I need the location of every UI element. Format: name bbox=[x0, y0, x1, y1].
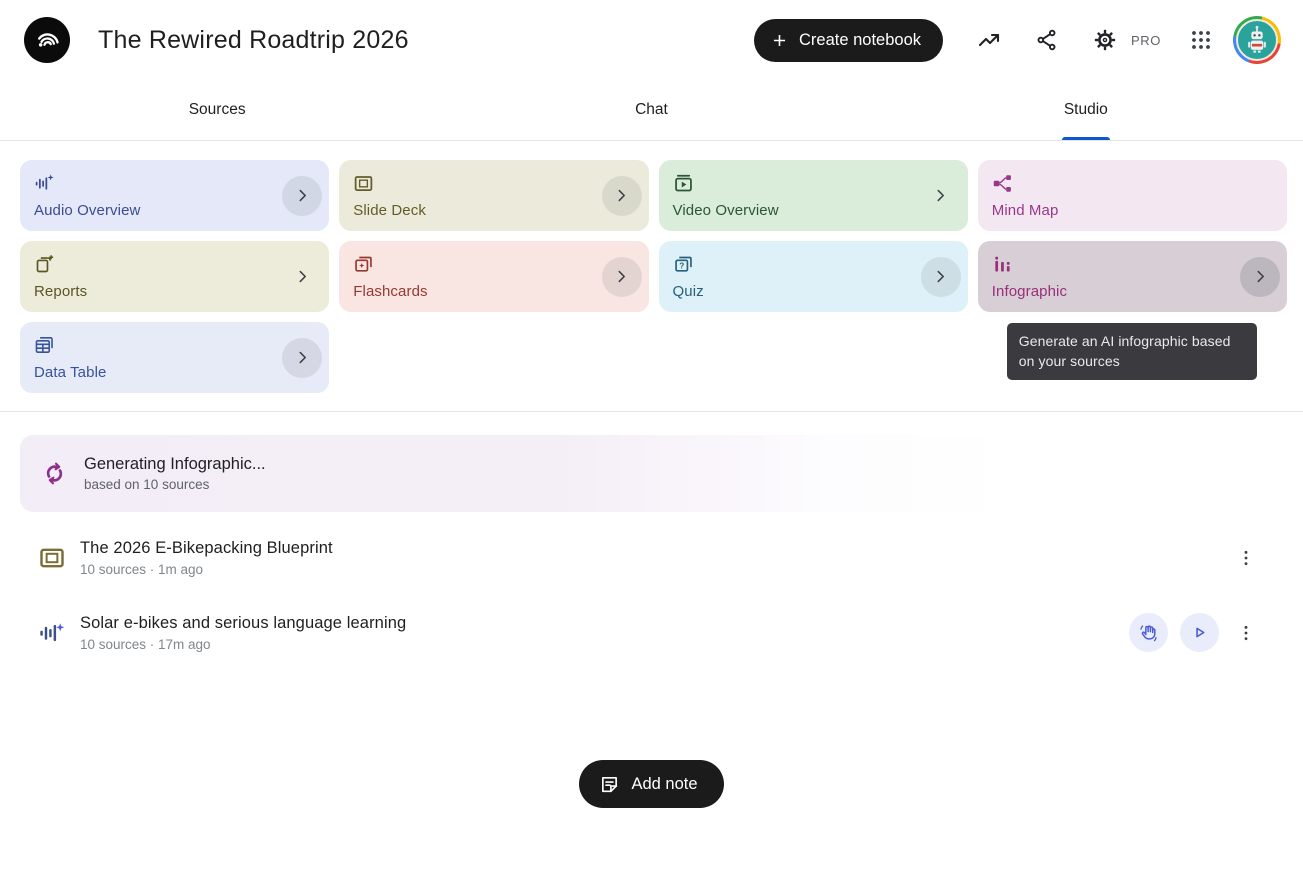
create-notebook-label: Create notebook bbox=[799, 31, 921, 50]
artifact-meta: 10 sources · 1m ago bbox=[80, 562, 333, 577]
tab-chat-label: Chat bbox=[633, 80, 670, 140]
artifact-meta: 10 sources · 17m ago bbox=[80, 637, 406, 652]
apps-grid-icon[interactable] bbox=[1189, 28, 1213, 52]
tab-bar: Sources Chat Studio bbox=[0, 80, 1303, 141]
add-note-label: Add note bbox=[631, 775, 697, 794]
reports-icon bbox=[34, 254, 55, 275]
header-actions: Create notebook bbox=[754, 16, 1281, 64]
create-notebook-button[interactable]: Create notebook bbox=[754, 19, 943, 62]
studio-tool-quiz[interactable]: ? Quiz bbox=[659, 241, 968, 312]
slide-deck-icon bbox=[353, 173, 374, 194]
tool-label: Quiz bbox=[673, 283, 954, 300]
data-table-icon bbox=[34, 335, 55, 356]
infographic-bars-icon bbox=[992, 254, 1013, 275]
note-icon bbox=[599, 774, 620, 795]
generating-title: Generating Infographic... bbox=[84, 455, 266, 474]
tab-chat[interactable]: Chat bbox=[434, 80, 868, 140]
pro-badge: PRO bbox=[1131, 33, 1161, 48]
more-menu-icon[interactable] bbox=[1231, 538, 1261, 577]
artifact-title[interactable]: Solar e-bikes and serious language learn… bbox=[80, 614, 406, 633]
svg-text:?: ? bbox=[679, 260, 684, 270]
interactive-mode-button[interactable] bbox=[1129, 613, 1168, 652]
plus-icon bbox=[770, 31, 789, 50]
slide-deck-icon bbox=[38, 544, 66, 572]
footer: Add note bbox=[0, 760, 1303, 808]
studio-tool-reports[interactable]: Reports bbox=[20, 241, 329, 312]
notebooklm-logo[interactable] bbox=[24, 17, 70, 63]
more-menu-icon[interactable] bbox=[1231, 613, 1261, 652]
artifact-row-audio-overview[interactable]: Solar e-bikes and serious language learn… bbox=[20, 613, 1283, 652]
audio-waveform-sparkle-icon bbox=[38, 619, 66, 647]
studio-tool-flashcards[interactable]: Flashcards bbox=[339, 241, 648, 312]
video-overview-icon bbox=[673, 173, 694, 194]
studio-tool-data-table[interactable]: Data Table bbox=[20, 322, 329, 393]
studio-tool-video-overview[interactable]: Video Overview bbox=[659, 160, 968, 231]
chevron-right-icon[interactable] bbox=[921, 257, 961, 297]
play-button[interactable] bbox=[1180, 613, 1219, 652]
chevron-right-icon[interactable] bbox=[282, 338, 322, 378]
tool-label: Flashcards bbox=[353, 283, 634, 300]
notebook-title[interactable]: The Rewired Roadtrip 2026 bbox=[98, 26, 409, 55]
share-icon[interactable] bbox=[1035, 28, 1059, 52]
chevron-right-icon[interactable] bbox=[1240, 257, 1280, 297]
generating-status-row: Generating Infographic... based on 10 so… bbox=[20, 435, 1288, 512]
settings-gear-icon[interactable] bbox=[1093, 28, 1117, 52]
generating-subtitle: based on 10 sources bbox=[84, 477, 266, 492]
tool-label: Audio Overview bbox=[34, 202, 315, 219]
chevron-right-icon[interactable] bbox=[602, 257, 642, 297]
chevron-right-icon[interactable] bbox=[282, 257, 322, 297]
add-note-button[interactable]: Add note bbox=[579, 760, 723, 808]
infographic-tooltip: Generate an AI infographic based on your… bbox=[1007, 323, 1257, 380]
chevron-right-icon[interactable] bbox=[602, 176, 642, 216]
sync-spinner-icon bbox=[42, 461, 67, 486]
tool-label: Video Overview bbox=[673, 202, 954, 219]
section-divider bbox=[0, 411, 1303, 412]
studio-tool-slide-deck[interactable]: Slide Deck bbox=[339, 160, 648, 231]
avatar-robot-image bbox=[1236, 19, 1278, 61]
chevron-right-icon[interactable] bbox=[921, 176, 961, 216]
trending-up-icon[interactable] bbox=[977, 28, 1001, 52]
studio-tool-infographic[interactable]: Infographic Generate an AI infographic b… bbox=[978, 241, 1287, 312]
tab-sources-label: Sources bbox=[187, 80, 248, 140]
mind-map-icon bbox=[992, 173, 1013, 194]
studio-tool-mind-map[interactable]: Mind Map bbox=[978, 160, 1287, 231]
studio-tool-audio-overview[interactable]: Audio Overview bbox=[20, 160, 329, 231]
artifact-title[interactable]: The 2026 E-Bikepacking Blueprint bbox=[80, 539, 333, 558]
chevron-right-icon[interactable] bbox=[282, 176, 322, 216]
app-header: The Rewired Roadtrip 2026 Create noteboo… bbox=[0, 0, 1303, 80]
flashcards-icon bbox=[353, 254, 374, 275]
tool-label: Data Table bbox=[34, 364, 315, 381]
tab-studio-label: Studio bbox=[1062, 80, 1110, 140]
tool-label: Mind Map bbox=[992, 202, 1273, 219]
tab-sources[interactable]: Sources bbox=[0, 80, 434, 140]
quiz-icon: ? bbox=[673, 254, 694, 275]
avatar[interactable] bbox=[1233, 16, 1281, 64]
studio-tool-grid: Audio Overview Slide Deck Video Overview bbox=[20, 160, 1287, 393]
audio-waveform-sparkle-icon bbox=[34, 173, 55, 194]
tab-studio[interactable]: Studio bbox=[869, 80, 1303, 140]
artifact-row-slide-deck[interactable]: The 2026 E-Bikepacking Blueprint 10 sour… bbox=[20, 538, 1283, 577]
tool-label: Reports bbox=[34, 283, 315, 300]
tool-label: Slide Deck bbox=[353, 202, 634, 219]
tool-label: Infographic bbox=[992, 283, 1273, 300]
